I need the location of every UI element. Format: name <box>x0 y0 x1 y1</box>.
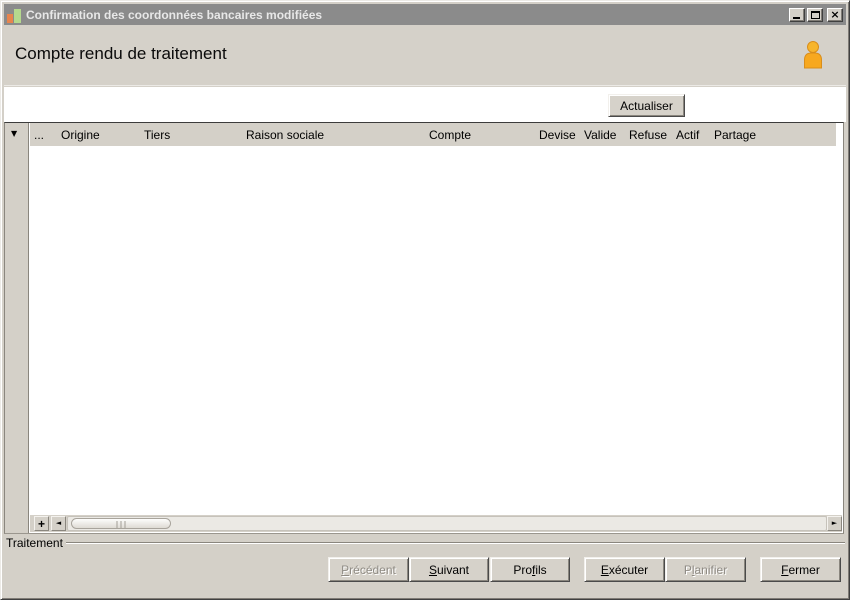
precedent-button[interactable]: Précédent <box>328 557 409 582</box>
minimize-button[interactable] <box>789 7 805 22</box>
button-accelerator: F <box>781 562 789 577</box>
header-band: Compte rendu de traitement <box>4 25 846 86</box>
app-icon-green-bar <box>14 8 21 23</box>
app-icon-orange-bar <box>7 13 13 23</box>
scrollbar-grip-icon <box>116 521 126 528</box>
fermer-button[interactable]: Fermer <box>760 557 841 582</box>
table-header-row: ... Origine Tiers Raison sociale Compte … <box>30 123 836 146</box>
executer-button[interactable]: Exécuter <box>584 557 665 582</box>
close-button[interactable]: × <box>827 7 843 22</box>
scroll-left-icon: ◄ <box>55 519 62 527</box>
button-accelerator: S <box>428 562 437 577</box>
column-header-compte[interactable]: Compte <box>429 128 471 142</box>
scroll-right-button[interactable]: ► <box>827 516 842 531</box>
planifier-button[interactable]: Planifier <box>665 557 746 582</box>
button-accelerator: E <box>600 562 609 577</box>
column-header-origine[interactable]: Origine <box>61 128 100 142</box>
page-title: Compte rendu de traitement <box>15 44 227 63</box>
column-header-actif[interactable]: Actif <box>676 128 699 142</box>
titlebar: Confirmation des coordonnées bancaires m… <box>4 4 846 25</box>
profils-button[interactable]: Profils <box>490 557 570 582</box>
column-header-valide[interactable]: Valide <box>584 128 616 142</box>
close-icon: × <box>830 7 840 21</box>
maximize-button[interactable] <box>807 7 823 22</box>
button-label: xécuter <box>608 562 649 577</box>
button-label: ils <box>535 562 547 577</box>
scroll-left-button[interactable]: ◄ <box>51 516 66 531</box>
button-accelerator: P <box>341 562 350 577</box>
traitement-group: Traitement <box>4 534 846 551</box>
button-label: uivant <box>436 562 470 577</box>
filter-dropdown-icon[interactable]: ▼ <box>11 130 17 138</box>
traitement-label: Traitement <box>6 536 63 550</box>
minimize-icon <box>793 16 800 19</box>
button-label: anifier <box>694 562 728 577</box>
table-body <box>30 146 843 514</box>
column-header-ellipsis[interactable]: ... <box>34 128 44 142</box>
button-label: P <box>683 562 692 577</box>
row-selector-gutter: ▼ <box>5 123 29 533</box>
scrollbar-thumb[interactable] <box>71 518 171 529</box>
group-divider <box>66 542 845 543</box>
column-header-refuse[interactable]: Refuse <box>629 128 667 142</box>
footer-button-bar: Précédent Suivant Profils Exécuter Plani… <box>4 551 846 596</box>
add-row-button[interactable]: + <box>34 516 49 531</box>
person-icon <box>804 41 822 69</box>
column-header-devise[interactable]: Devise <box>539 128 576 142</box>
table-scroll-row: + ◄ ► <box>30 515 842 532</box>
results-table: ▼ ... Origine Tiers Raison sociale Compt… <box>4 122 844 534</box>
suivant-button[interactable]: Suivant <box>409 557 489 582</box>
column-header-partage[interactable]: Partage <box>714 128 756 142</box>
toolbar: Actualiser <box>4 87 846 122</box>
horizontal-scrollbar[interactable] <box>67 516 827 531</box>
scroll-right-icon: ► <box>831 519 838 527</box>
app-icon <box>7 7 21 23</box>
refresh-button[interactable]: Actualiser <box>608 94 685 117</box>
window-title: Confirmation des coordonnées bancaires m… <box>26 7 323 22</box>
column-header-raison-sociale[interactable]: Raison sociale <box>246 128 324 142</box>
button-label: ermer <box>788 562 820 577</box>
maximize-icon <box>810 10 820 19</box>
button-label: Pro <box>513 562 532 577</box>
dialog-window: Confirmation des coordonnées bancaires m… <box>0 0 850 600</box>
button-label: récédent <box>349 562 396 577</box>
window-controls: × <box>789 7 843 22</box>
column-header-tiers[interactable]: Tiers <box>144 128 170 142</box>
